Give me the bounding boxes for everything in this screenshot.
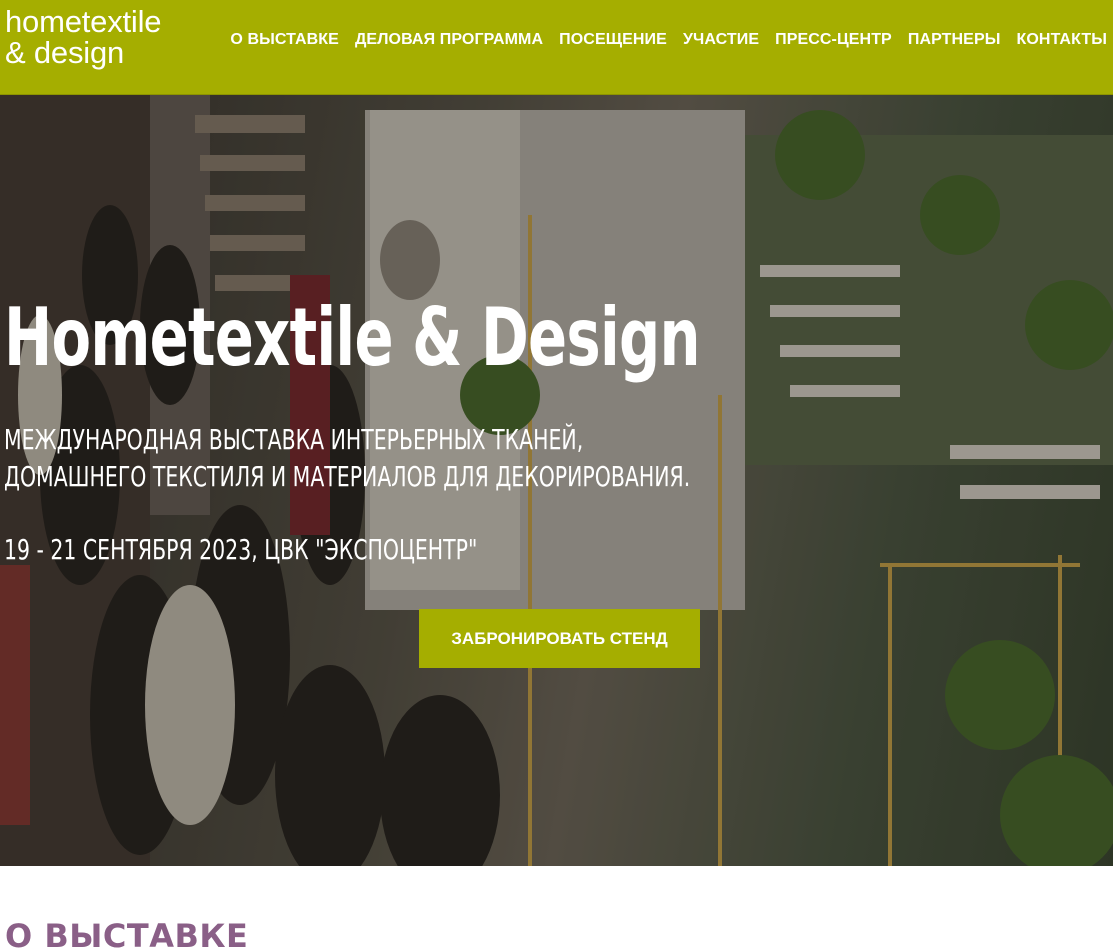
logo-line-1: hometextile [5, 4, 162, 39]
book-stand-button[interactable]: ЗАБРОНИРОВАТЬ СТЕНД [419, 609, 700, 668]
nav-item-about[interactable]: О ВЫСТАВКЕ [230, 31, 339, 49]
event-date-venue: 19 - 21 СЕНТЯБРЯ 2023, ЦВК "ЭКСПОЦЕНТР" [4, 533, 478, 566]
nav-item-visit[interactable]: ПОСЕЩЕНИЕ [559, 31, 667, 49]
nav-item-participation[interactable]: УЧАСТИЕ [683, 31, 759, 49]
hero-title: Hometextile & Design [4, 291, 701, 384]
main-nav: О ВЫСТАВКЕ ДЕЛОВАЯ ПРОГРАММА ПОСЕЩЕНИЕ У… [230, 31, 1107, 49]
nav-item-press-center[interactable]: ПРЕСС-ЦЕНТР [775, 31, 892, 49]
logo[interactable]: hometextile & design [5, 4, 162, 70]
nav-item-partners[interactable]: ПАРТНЕРЫ [908, 31, 1001, 49]
hero-subtitle: МЕЖДУНАРОДНАЯ ВЫСТАВКА ИНТЕРЬЕРНЫХ ТКАНЕ… [4, 421, 690, 495]
hero-subtitle-line-1: МЕЖДУНАРОДНАЯ ВЫСТАВКА ИНТЕРЬЕРНЫХ ТКАНЕ… [4, 423, 584, 456]
about-section-title: О ВЫСТАВКЕ [5, 917, 249, 948]
logo-line-2: & design [5, 35, 125, 70]
nav-item-contacts[interactable]: КОНТАКТЫ [1017, 31, 1108, 49]
hero-subtitle-line-2: ДОМАШНЕГО ТЕКСТИЛЯ И МАТЕРИАЛОВ ДЛЯ ДЕКО… [4, 460, 691, 493]
nav-item-business-program[interactable]: ДЕЛОВАЯ ПРОГРАММА [355, 31, 543, 49]
site-header: hometextile & design О ВЫСТАВКЕ ДЕЛОВАЯ … [0, 0, 1113, 95]
hero-section: Hometextile & Design МЕЖДУНАРОДНАЯ ВЫСТА… [0, 95, 1113, 866]
